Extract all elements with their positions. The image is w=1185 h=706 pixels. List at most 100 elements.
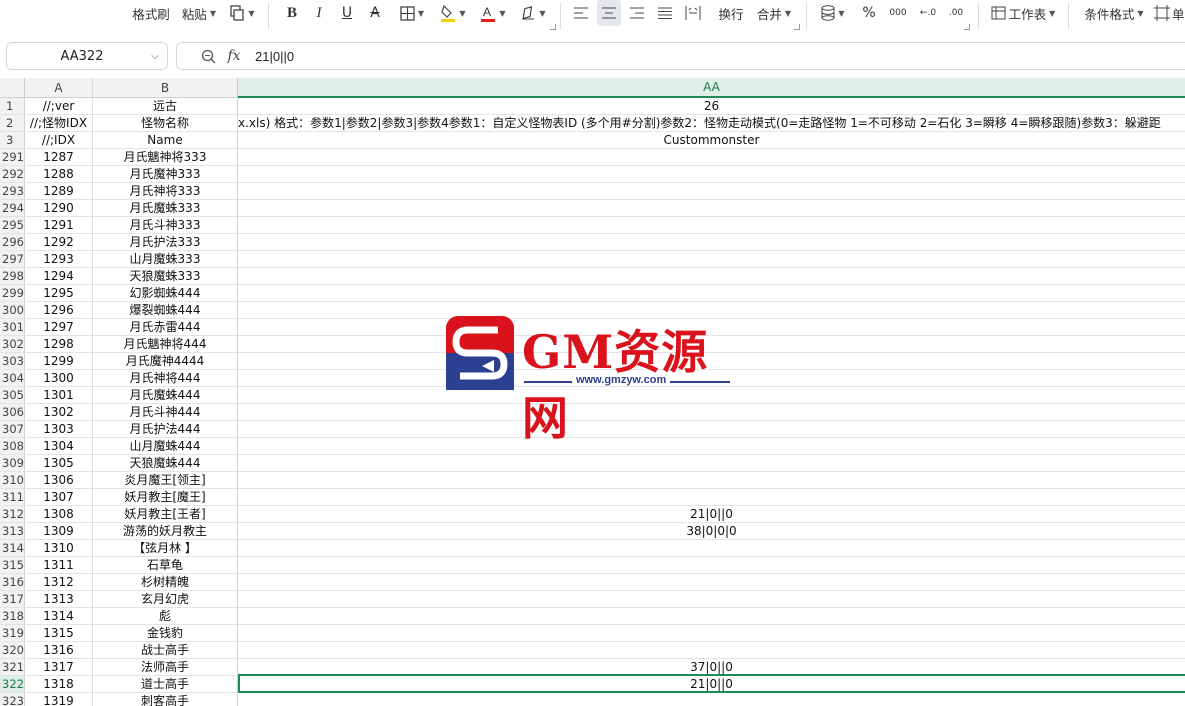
row-header[interactable]: 2	[0, 115, 25, 131]
cell-aa[interactable]: x.xls) 格式：参数1|参数2|参数3|参数4参数1：自定义怪物表ID (多…	[238, 115, 1185, 131]
cell-a[interactable]: //;怪物IDX	[25, 115, 93, 131]
justify-button[interactable]	[654, 0, 676, 26]
cell-aa[interactable]	[238, 200, 1185, 216]
cell-aa[interactable]: 21|0||0	[238, 676, 1185, 692]
row-header[interactable]: 303	[0, 353, 25, 369]
cell-b[interactable]: 刺客高手	[93, 693, 238, 706]
row-header[interactable]: 301	[0, 319, 25, 335]
cell-a[interactable]: 1315	[25, 625, 93, 641]
cell-a[interactable]: 1300	[25, 370, 93, 386]
border-button[interactable]: ▼	[395, 0, 429, 26]
cell-a[interactable]: 1297	[25, 319, 93, 335]
row-header[interactable]: 311	[0, 489, 25, 505]
cell-aa[interactable]	[238, 234, 1185, 250]
copy-button[interactable]: ▼	[226, 0, 258, 26]
cell-b[interactable]: 月氏斗神333	[93, 217, 238, 233]
row-header[interactable]: 323	[0, 693, 25, 706]
cell-b[interactable]: 月氏神将333	[93, 183, 238, 199]
cell-a[interactable]: 1289	[25, 183, 93, 199]
cell-a[interactable]: 1296	[25, 302, 93, 318]
name-box[interactable]: AA322 ⌵	[6, 42, 168, 70]
zoom-icon[interactable]	[197, 49, 219, 64]
row-header[interactable]: 307	[0, 421, 25, 437]
cell-b[interactable]: 游荡的妖月教主	[93, 523, 238, 539]
cell-aa[interactable]	[238, 149, 1185, 165]
cell-b[interactable]: 金钱豹	[93, 625, 238, 641]
cell-b[interactable]: 山月魔蛛444	[93, 438, 238, 454]
thousands-separator-button[interactable]: 000	[886, 0, 910, 26]
cell-b[interactable]: 法师高手	[93, 659, 238, 675]
number-format-button[interactable]: ▼	[816, 0, 850, 26]
row-header[interactable]: 315	[0, 557, 25, 573]
distributed-align-button[interactable]	[682, 0, 704, 26]
cell-aa[interactable]	[238, 183, 1185, 199]
cell-aa[interactable]: 38|0|0|0	[238, 523, 1185, 539]
merge-button[interactable]: 合并 ▼	[754, 0, 794, 26]
row-header[interactable]: 291	[0, 149, 25, 165]
fx-icon[interactable]: fx	[219, 48, 249, 64]
row-header[interactable]: 1	[0, 98, 25, 114]
align-left-button[interactable]	[570, 0, 592, 26]
cell-a[interactable]: 1313	[25, 591, 93, 607]
cell-b[interactable]: 月氏魑神将444	[93, 336, 238, 352]
clear-format-button[interactable]: ▼	[516, 0, 550, 26]
number-group-expand-icon[interactable]	[964, 24, 970, 30]
row-header[interactable]: 317	[0, 591, 25, 607]
row-header[interactable]: 309	[0, 455, 25, 471]
cell-a[interactable]: 1301	[25, 387, 93, 403]
row-header[interactable]: 297	[0, 251, 25, 267]
cell-a[interactable]: 1307	[25, 489, 93, 505]
cell-b[interactable]: 幻影蜘蛛444	[93, 285, 238, 301]
row-header[interactable]: 313	[0, 523, 25, 539]
cell-b[interactable]: 天狼魔蛛444	[93, 455, 238, 471]
formula-text[interactable]: 21|0||0	[255, 49, 294, 64]
row-header[interactable]: 302	[0, 336, 25, 352]
fill-color-button[interactable]: ▼	[436, 0, 470, 26]
paste-button[interactable]: 粘贴 ▼	[178, 0, 220, 26]
select-all-corner[interactable]	[0, 78, 25, 98]
cell-aa[interactable]	[238, 489, 1185, 505]
row-header[interactable]: 298	[0, 268, 25, 284]
cell-aa[interactable]	[238, 472, 1185, 488]
cell-a[interactable]: 1302	[25, 404, 93, 420]
cell-aa[interactable]	[238, 574, 1185, 590]
column-header-b[interactable]: B	[93, 78, 238, 98]
cell-b[interactable]: 道士高手	[93, 676, 238, 692]
row-header[interactable]: 300	[0, 302, 25, 318]
font-group-expand-icon[interactable]	[550, 24, 556, 30]
row-header[interactable]: 304	[0, 370, 25, 386]
cell-aa[interactable]: 26	[238, 98, 1185, 114]
cell-b[interactable]: 月氏护法333	[93, 234, 238, 250]
cell-a[interactable]: 1298	[25, 336, 93, 352]
cell-a[interactable]: 1293	[25, 251, 93, 267]
cell-b[interactable]: 月氏神将444	[93, 370, 238, 386]
cell-aa[interactable]	[238, 268, 1185, 284]
row-header[interactable]: 294	[0, 200, 25, 216]
cell-a[interactable]: 1305	[25, 455, 93, 471]
cell-b[interactable]: 天狼魔蛛333	[93, 268, 238, 284]
cell-b[interactable]: 炎月魔王[领主]	[93, 472, 238, 488]
cell-b[interactable]: 妖月教主[王者]	[93, 506, 238, 522]
decrease-decimal-button[interactable]: ←.0	[916, 0, 940, 26]
cell-a[interactable]: 1294	[25, 268, 93, 284]
cell-aa[interactable]	[238, 625, 1185, 641]
cell-b[interactable]: 月氏斗神444	[93, 404, 238, 420]
cell-b[interactable]: 月氏护法444	[93, 421, 238, 437]
row-header[interactable]: 310	[0, 472, 25, 488]
column-header-aa[interactable]: AA	[238, 78, 1185, 98]
cell-b[interactable]: 月氏魔蛛444	[93, 387, 238, 403]
cell-b[interactable]: 月氏赤雷444	[93, 319, 238, 335]
cell-a[interactable]: 1318	[25, 676, 93, 692]
cell-b[interactable]: 妖月教主[魔王]	[93, 489, 238, 505]
cell-aa[interactable]	[238, 608, 1185, 624]
cell-b[interactable]: 战士高手	[93, 642, 238, 658]
cell-a[interactable]: 1306	[25, 472, 93, 488]
cell-b[interactable]: 玄月幻虎	[93, 591, 238, 607]
cell-aa[interactable]: Custommonster	[238, 132, 1185, 148]
row-header[interactable]: 308	[0, 438, 25, 454]
cell-b[interactable]: 爆裂蜘蛛444	[93, 302, 238, 318]
row-header[interactable]: 299	[0, 285, 25, 301]
cell-aa[interactable]	[238, 693, 1185, 706]
cell-aa[interactable]	[238, 557, 1185, 573]
chevron-down-icon[interactable]: ⌵	[143, 51, 167, 62]
